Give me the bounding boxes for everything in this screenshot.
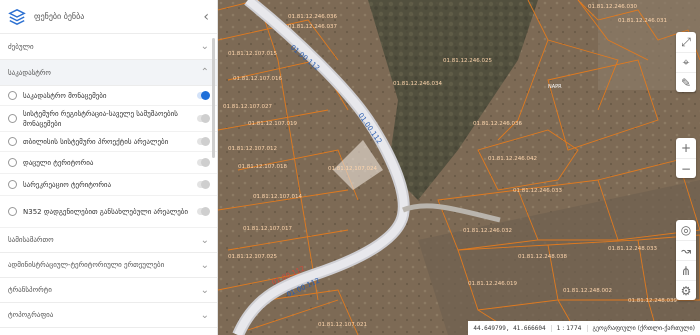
layer-toggle[interactable] bbox=[197, 180, 210, 189]
parcel-label: 01.81.12.246.019 bbox=[468, 281, 517, 287]
parcel-label: 01.81.12.246.030 bbox=[588, 4, 637, 10]
section-label: ძებული bbox=[8, 42, 34, 51]
parcel-label: 01.81.12.246.025 bbox=[443, 58, 492, 64]
section-label: ტრანსპორტი bbox=[8, 286, 52, 294]
map-canvas: 01.00.112 01.00.112 01.00.112 01.00.112 … bbox=[218, 0, 700, 335]
section-label: ტოპოგრაფია bbox=[8, 311, 54, 319]
parcel-label: 01.81.12.107.027 bbox=[223, 104, 272, 110]
parcel-label: 01.81.12.107.021 bbox=[318, 322, 367, 328]
layers-icon bbox=[8, 8, 26, 25]
chevron-down-icon: ⌄ bbox=[200, 41, 209, 52]
layer-toggle[interactable] bbox=[197, 207, 210, 216]
section-label: ადმინისტრაციულ-ტერიტორიული ერთეულები bbox=[8, 261, 165, 269]
chevron-up-icon: ⌃ bbox=[200, 67, 209, 78]
section-label: საკადასტრო bbox=[8, 68, 51, 77]
map-tools-bottom: ◎ ↝ ⋔ ⚙ bbox=[676, 220, 696, 300]
layer-toggle[interactable] bbox=[197, 137, 210, 146]
panel-scrollbar[interactable] bbox=[212, 38, 215, 158]
parcel-label: 01.81.12.246.032 bbox=[463, 228, 512, 234]
collapse-panel-button[interactable]: ‹ bbox=[203, 9, 209, 25]
section-transport[interactable]: ტრანსპორტი ⌄ bbox=[0, 278, 217, 303]
section-addresses[interactable]: სამისამართო ⌄ bbox=[0, 228, 217, 253]
chevron-down-icon: ⌄ bbox=[200, 234, 209, 246]
parcel-label: 01.81.12.107.012 bbox=[228, 146, 277, 152]
section-search[interactable]: ძებული ⌄ bbox=[0, 34, 217, 60]
parcel-label: 01.81.12.248.033 bbox=[608, 246, 657, 252]
info-icon bbox=[8, 114, 17, 123]
parcel-label: 01.81.12.107.019 bbox=[248, 121, 297, 127]
parcel-label: 01.81.12.246.034 bbox=[393, 81, 442, 87]
info-icon bbox=[8, 158, 17, 167]
settings-icon[interactable]: ⚙ bbox=[676, 280, 696, 300]
parcel-label: 01.81.12.246.033 bbox=[513, 188, 562, 194]
layer-toggle[interactable] bbox=[197, 91, 210, 100]
parcel-label: 01.81.12.248.039 bbox=[628, 298, 677, 304]
layer-item-resettlement-areas[interactable]: N352 დადგენილებით განსახლებული არეალები bbox=[0, 196, 217, 228]
section-cadastre[interactable]: საკადასტრო ⌃ bbox=[0, 60, 217, 86]
basemap-selector[interactable]: გეოგრაფიული (ქრთლი-ქართული) bbox=[586, 324, 700, 332]
parcel-label: 01.81.12.107.024 bbox=[328, 166, 377, 172]
fullscreen-button[interactable]: ⤢ bbox=[676, 32, 696, 52]
parcel-label: 01.81.12.107.016 bbox=[233, 76, 282, 82]
layer-item-recreation-area[interactable]: სარეკრეაციო ტერიტორია bbox=[0, 174, 217, 196]
chevron-down-icon: ⌄ bbox=[200, 259, 209, 271]
info-icon bbox=[8, 91, 17, 100]
map-tools-top: ⤢ ⌖ ✎ bbox=[676, 32, 696, 92]
parcel-label: 01.81.12.246.042 bbox=[488, 156, 537, 162]
layer-toggle[interactable] bbox=[197, 114, 210, 123]
zoom-controls: + − bbox=[676, 138, 696, 178]
parcel-label: 01.81.12.246.036 bbox=[288, 14, 337, 20]
layer-toggle[interactable] bbox=[197, 158, 210, 167]
chevron-down-icon: ⌄ bbox=[200, 309, 209, 321]
section-label: სამისამართო bbox=[8, 236, 54, 244]
info-icon bbox=[8, 207, 17, 216]
parcel-label: 01.81.12.107.025 bbox=[228, 254, 277, 260]
parcel-label: 01.81.12.107.017 bbox=[243, 226, 292, 232]
layer-item-cadastral-data[interactable]: საკადასტრო მონაცემები bbox=[0, 86, 217, 106]
chevron-down-icon: ⌄ bbox=[200, 284, 209, 296]
zoom-in-button[interactable]: + bbox=[676, 138, 696, 158]
parcel-label: 01.81.12.107.018 bbox=[238, 164, 287, 170]
poi-label: NAPR bbox=[548, 84, 562, 90]
parcel-label: 01.81.12.246.031 bbox=[618, 18, 667, 24]
map-scale: 1 : 1774 bbox=[550, 324, 587, 332]
panel-header: ფენები ბენბა ‹ bbox=[0, 0, 217, 34]
zoom-out-button[interactable]: − bbox=[676, 158, 696, 178]
section-admin-units[interactable]: ადმინისტრაციულ-ტერიტორიული ერთეულები ⌄ bbox=[0, 253, 217, 278]
parcel-label: 01.81.12.248.038 bbox=[518, 254, 567, 260]
section-topography[interactable]: ტოპოგრაფია ⌄ bbox=[0, 303, 217, 328]
parcel-label: 01.81.12.246.037 bbox=[288, 24, 337, 30]
layer-item-tbilisi-project[interactable]: თბილისის სისტემური პროექტის არეალები bbox=[0, 132, 217, 152]
panel-title: ფენები ბენბა bbox=[34, 12, 85, 21]
measure-button[interactable]: ⌖ bbox=[676, 52, 696, 72]
info-icon bbox=[8, 180, 17, 189]
layer-item-protected-area[interactable]: დაცული ტერიტორია bbox=[0, 152, 217, 174]
parcel-label: 01.81.12.248.002 bbox=[563, 288, 612, 294]
parcel-label: 01.81.12.246.036 bbox=[473, 121, 522, 127]
info-icon bbox=[8, 137, 17, 146]
map-view[interactable]: 01.00.112 01.00.112 01.00.112 01.00.112 … bbox=[218, 0, 700, 335]
route-icon[interactable]: ↝ bbox=[676, 240, 696, 260]
layers-panel: ფენები ბენბა ‹ ძებული ⌄ საკადასტრო ⌃ საკ… bbox=[0, 0, 218, 335]
status-bar: 44.649799, 41.666604 1 : 1774 გეოგრაფიულ… bbox=[468, 321, 700, 335]
parcel-label: 01.81.12.107.014 bbox=[253, 194, 302, 200]
locate-icon[interactable]: ◎ bbox=[676, 220, 696, 240]
draw-button[interactable]: ✎ bbox=[676, 72, 696, 92]
layer-item-systematic-registration[interactable]: სისტემური რეგისტრაცია-საველე სამუშაოების… bbox=[0, 106, 217, 132]
parcel-label: 01.81.12.107.015 bbox=[228, 51, 277, 57]
cursor-coordinates: 44.649799, 41.666604 bbox=[473, 324, 546, 332]
share-icon[interactable]: ⋔ bbox=[676, 260, 696, 280]
